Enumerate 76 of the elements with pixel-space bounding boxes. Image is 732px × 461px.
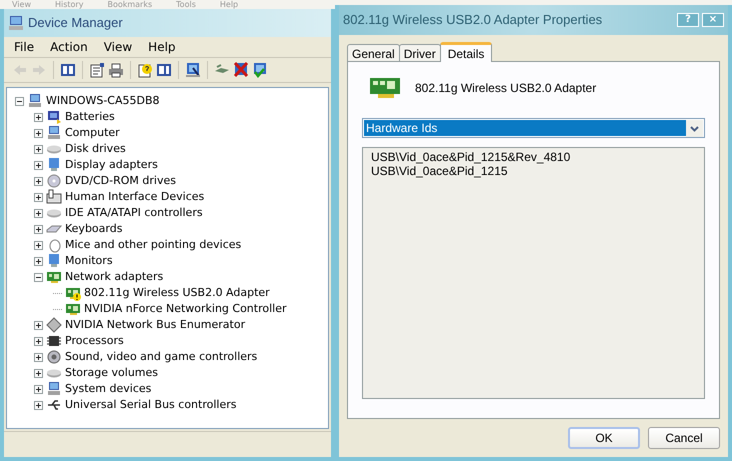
- expand-icon[interactable]: [34, 160, 43, 170]
- tree-item[interactable]: Processors: [65, 332, 124, 350]
- expand-icon[interactable]: [34, 368, 43, 378]
- device-name: 802.11g Wireless USB2.0 Adapter: [415, 80, 596, 97]
- tree-item[interactable]: DVD/CD-ROM drives: [65, 172, 176, 190]
- tree-item[interactable]: NVIDIA nForce Networking Controller: [84, 300, 287, 318]
- menu-item[interactable]: File: [8, 38, 40, 56]
- expand-icon[interactable]: [34, 384, 43, 394]
- menu-item[interactable]: Action: [44, 38, 94, 56]
- panel-icon[interactable]: [60, 62, 76, 78]
- tree-item[interactable]: Display adapters: [65, 156, 158, 174]
- tab[interactable]: Details: [440, 42, 492, 62]
- tree-item[interactable]: Network adapters: [65, 268, 164, 286]
- tree-item[interactable]: Human Interface Devices: [65, 188, 204, 206]
- menu-item[interactable]: View: [98, 38, 138, 56]
- network-card-icon: [370, 76, 402, 100]
- tree-item[interactable]: Disk drives: [65, 140, 126, 158]
- expand-icon[interactable]: [34, 208, 43, 218]
- collapse-icon[interactable]: [34, 272, 43, 282]
- expand-icon[interactable]: [34, 128, 43, 138]
- collapse-icon[interactable]: [15, 96, 24, 106]
- expand-icon[interactable]: [34, 320, 43, 330]
- tree-item[interactable]: 802.11g Wireless USB2.0 Adapter: [84, 284, 270, 302]
- window-title: 802.11g Wireless USB2.0 Adapter Properties: [343, 11, 604, 30]
- tree-item[interactable]: NVIDIA Network Bus Enumerator: [65, 316, 246, 334]
- monitor-icon: [46, 157, 62, 173]
- tree-item[interactable]: Batteries: [65, 108, 115, 126]
- help-icon[interactable]: [137, 62, 153, 78]
- property-dropdown[interactable]: Hardware Ids: [362, 118, 705, 138]
- tree-item[interactable]: Mice and other pointing devices: [65, 236, 242, 254]
- expand-icon[interactable]: [34, 112, 43, 122]
- expand-icon[interactable]: [34, 400, 43, 410]
- tree-item[interactable]: Sound, video and game controllers: [65, 348, 258, 366]
- expand-icon[interactable]: [34, 192, 43, 202]
- monitor-icon[interactable]: [185, 62, 201, 78]
- list-item[interactable]: USB\Vid_0ace&Pid_1215: [371, 164, 696, 178]
- tab[interactable]: General: [347, 44, 400, 62]
- disc-icon: [46, 173, 62, 189]
- dropdown-caret-icon[interactable]: [686, 120, 703, 136]
- tree-item[interactable]: IDE ATA/ATAPI controllers: [65, 204, 203, 222]
- tab[interactable]: Driver: [398, 44, 441, 62]
- computer-icon: [46, 381, 62, 397]
- expand-icon[interactable]: [34, 176, 43, 186]
- speaker-icon: [46, 349, 62, 365]
- remove-icon[interactable]: [233, 62, 249, 78]
- battery-icon: [46, 109, 62, 125]
- properties-icon[interactable]: [89, 62, 105, 78]
- device-icon: [46, 189, 62, 205]
- diamond-icon: [46, 317, 62, 333]
- tree-item[interactable]: Keyboards: [65, 220, 122, 238]
- tree-item[interactable]: Computer: [65, 124, 120, 142]
- tree-item[interactable]: Monitors: [65, 252, 113, 270]
- dialog-button[interactable]: Cancel: [648, 427, 720, 449]
- window-title: Device Manager: [28, 14, 123, 32]
- tree-item[interactable]: WINDOWS-CA55DB8: [46, 92, 160, 110]
- menu-item[interactable]: Help: [142, 38, 182, 56]
- expand-icon[interactable]: [34, 224, 43, 234]
- expand-icon[interactable]: [34, 240, 43, 250]
- check-icon[interactable]: [252, 62, 268, 78]
- computer-icon: [8, 15, 24, 31]
- printer-icon[interactable]: [108, 62, 124, 78]
- monitor-icon: [46, 253, 62, 269]
- computer-icon: [27, 93, 43, 109]
- expand-icon[interactable]: [34, 144, 43, 154]
- tree-item[interactable]: Universal Serial Bus controllers: [65, 396, 236, 414]
- list-item[interactable]: USB\Vid_0ace&Pid_1215&Rev_4810: [371, 150, 696, 164]
- chip-icon: [46, 333, 62, 349]
- expand-icon[interactable]: [34, 256, 43, 266]
- expand-icon[interactable]: [34, 336, 43, 346]
- pane-icon[interactable]: [156, 62, 172, 78]
- network-card-icon: [46, 269, 62, 285]
- tree-item[interactable]: System devices: [65, 380, 152, 398]
- expand-icon[interactable]: [34, 352, 43, 362]
- computer-icon: [46, 125, 62, 141]
- dialog-button[interactable]: OK: [568, 427, 640, 449]
- tree-item[interactable]: Storage volumes: [65, 364, 158, 382]
